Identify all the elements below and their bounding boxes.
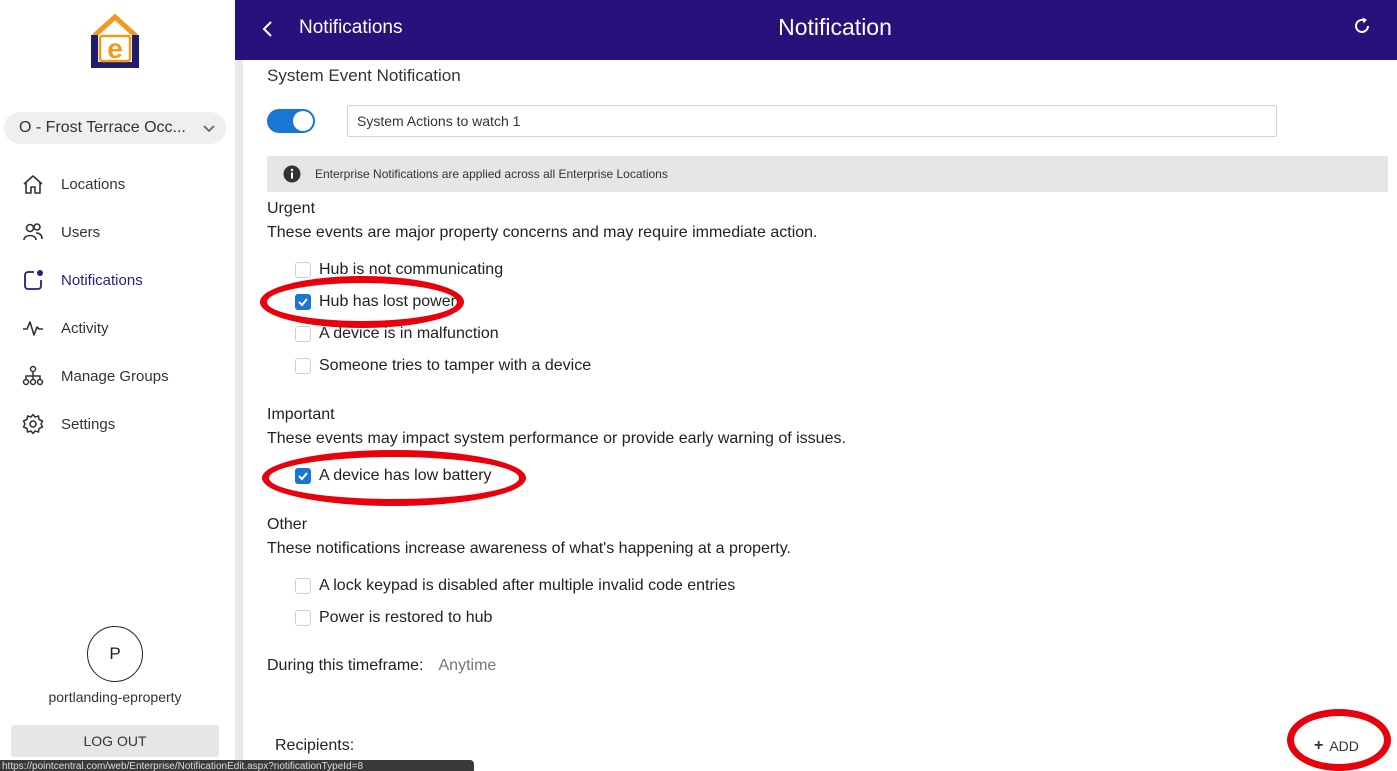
timeframe-label: During this timeframe: — [267, 657, 424, 674]
sidebar-item-settings[interactable]: Settings — [0, 400, 235, 448]
sidebar-item-manage-groups[interactable]: Manage Groups — [0, 352, 235, 400]
sidebar-nav: Locations Users Notifications Activity M… — [0, 160, 235, 448]
app-window: e O - Frost Terrace Occ... Locations Use… — [0, 0, 1397, 771]
location-select-value: O - Frost Terrace Occ... — [19, 119, 186, 136]
checkbox-checked[interactable] — [295, 468, 311, 484]
sidebar-item-label: Activity — [61, 319, 109, 337]
checkbox-label: Hub has lost power — [319, 293, 456, 310]
checkbox-power-restored[interactable]: Power is restored to hub — [295, 607, 492, 629]
checkbox-checked[interactable] — [295, 294, 311, 310]
add-recipient-button[interactable]: + ADD — [1314, 735, 1359, 757]
checkbox-label: Power is restored to hub — [319, 609, 493, 626]
sidebar-item-label: Manage Groups — [61, 367, 169, 385]
sidebar-item-label: Users — [61, 223, 101, 241]
checkbox-hub-not-communicating[interactable]: Hub is not communicating — [295, 259, 503, 281]
refresh-icon[interactable] — [1351, 15, 1373, 37]
sidebar-item-users[interactable]: Users — [0, 208, 235, 256]
urgent-label: Urgent — [267, 200, 316, 217]
checkbox-device-tamper[interactable]: Someone tries to tamper with a device — [295, 355, 591, 377]
checkbox[interactable] — [295, 326, 311, 342]
add-button-label: ADD — [1329, 738, 1359, 754]
plus-icon: + — [1314, 737, 1324, 754]
sidebar-item-activity[interactable]: Activity — [0, 304, 235, 352]
checkbox-label: A device is in malfunction — [319, 325, 499, 342]
toggle-knob — [293, 111, 313, 131]
top-header: Notifications Notification — [235, 0, 1397, 60]
status-bar-url: https://pointcentral.com/web/Enterprise/… — [0, 760, 474, 771]
home-icon — [21, 172, 45, 196]
svg-text:e: e — [107, 33, 123, 64]
info-banner: Enterprise Notifications are applied acr… — [267, 156, 1388, 192]
checkbox[interactable] — [295, 262, 311, 278]
sidebar-item-notifications[interactable]: Notifications — [0, 256, 235, 304]
timeframe-value[interactable]: Anytime — [439, 657, 497, 675]
sidebar-item-label: Locations — [61, 175, 126, 193]
checkbox-hub-lost-power[interactable]: Hub has lost power — [295, 291, 456, 313]
sidebar-item-locations[interactable]: Locations — [0, 160, 235, 208]
notification-name-input[interactable] — [347, 105, 1277, 137]
info-icon — [283, 165, 301, 183]
checkbox[interactable] — [295, 578, 311, 594]
timeframe-row: During this timeframe: Anytime — [267, 657, 496, 675]
checkbox-label: Someone tries to tamper with a device — [319, 357, 592, 374]
checkbox-label: A lock keypad is disabled after multiple… — [319, 577, 736, 594]
gear-icon — [21, 412, 45, 436]
checkbox[interactable] — [295, 358, 311, 374]
username: portlanding-eproperty — [48, 689, 182, 705]
checkbox-label: A device has low battery — [319, 467, 492, 484]
main-content: System Event Notification Enterprise Not… — [243, 60, 1397, 771]
checkbox-device-malfunction[interactable]: A device is in malfunction — [295, 323, 499, 345]
recipients-label: Recipients: — [275, 737, 355, 754]
sidebar-item-label: Settings — [61, 415, 116, 433]
users-icon — [21, 220, 45, 244]
activity-icon — [21, 316, 45, 340]
sidebar-item-label: Notifications — [61, 271, 143, 289]
location-select[interactable]: O - Frost Terrace Occ... — [4, 112, 226, 144]
section-title: System Event Notification — [267, 66, 461, 85]
app-logo[interactable]: e — [86, 12, 144, 70]
important-description: These events may impact system performan… — [267, 430, 846, 447]
important-label: Important — [267, 406, 335, 423]
urgent-description: These events are major property concerns… — [267, 224, 818, 241]
enable-toggle[interactable] — [267, 109, 315, 133]
avatar[interactable]: P — [87, 626, 143, 682]
other-label: Other — [267, 516, 308, 533]
notification-icon — [21, 268, 45, 292]
groups-icon — [21, 364, 45, 388]
checkbox-low-battery[interactable]: A device has low battery — [295, 465, 492, 487]
other-description: These notifications increase awareness o… — [267, 540, 791, 557]
chevron-down-icon — [202, 121, 216, 135]
checkbox[interactable] — [295, 610, 311, 626]
page-title: Notification — [778, 14, 892, 40]
sidebar-divider — [235, 60, 243, 771]
checkbox-keypad-disabled[interactable]: A lock keypad is disabled after multiple… — [295, 575, 735, 597]
info-text: Enterprise Notifications are applied acr… — [315, 167, 668, 181]
logout-button[interactable]: LOG OUT — [11, 725, 219, 757]
sidebar: e O - Frost Terrace Occ... Locations Use… — [0, 0, 235, 771]
checkbox-label: Hub is not communicating — [319, 261, 504, 278]
